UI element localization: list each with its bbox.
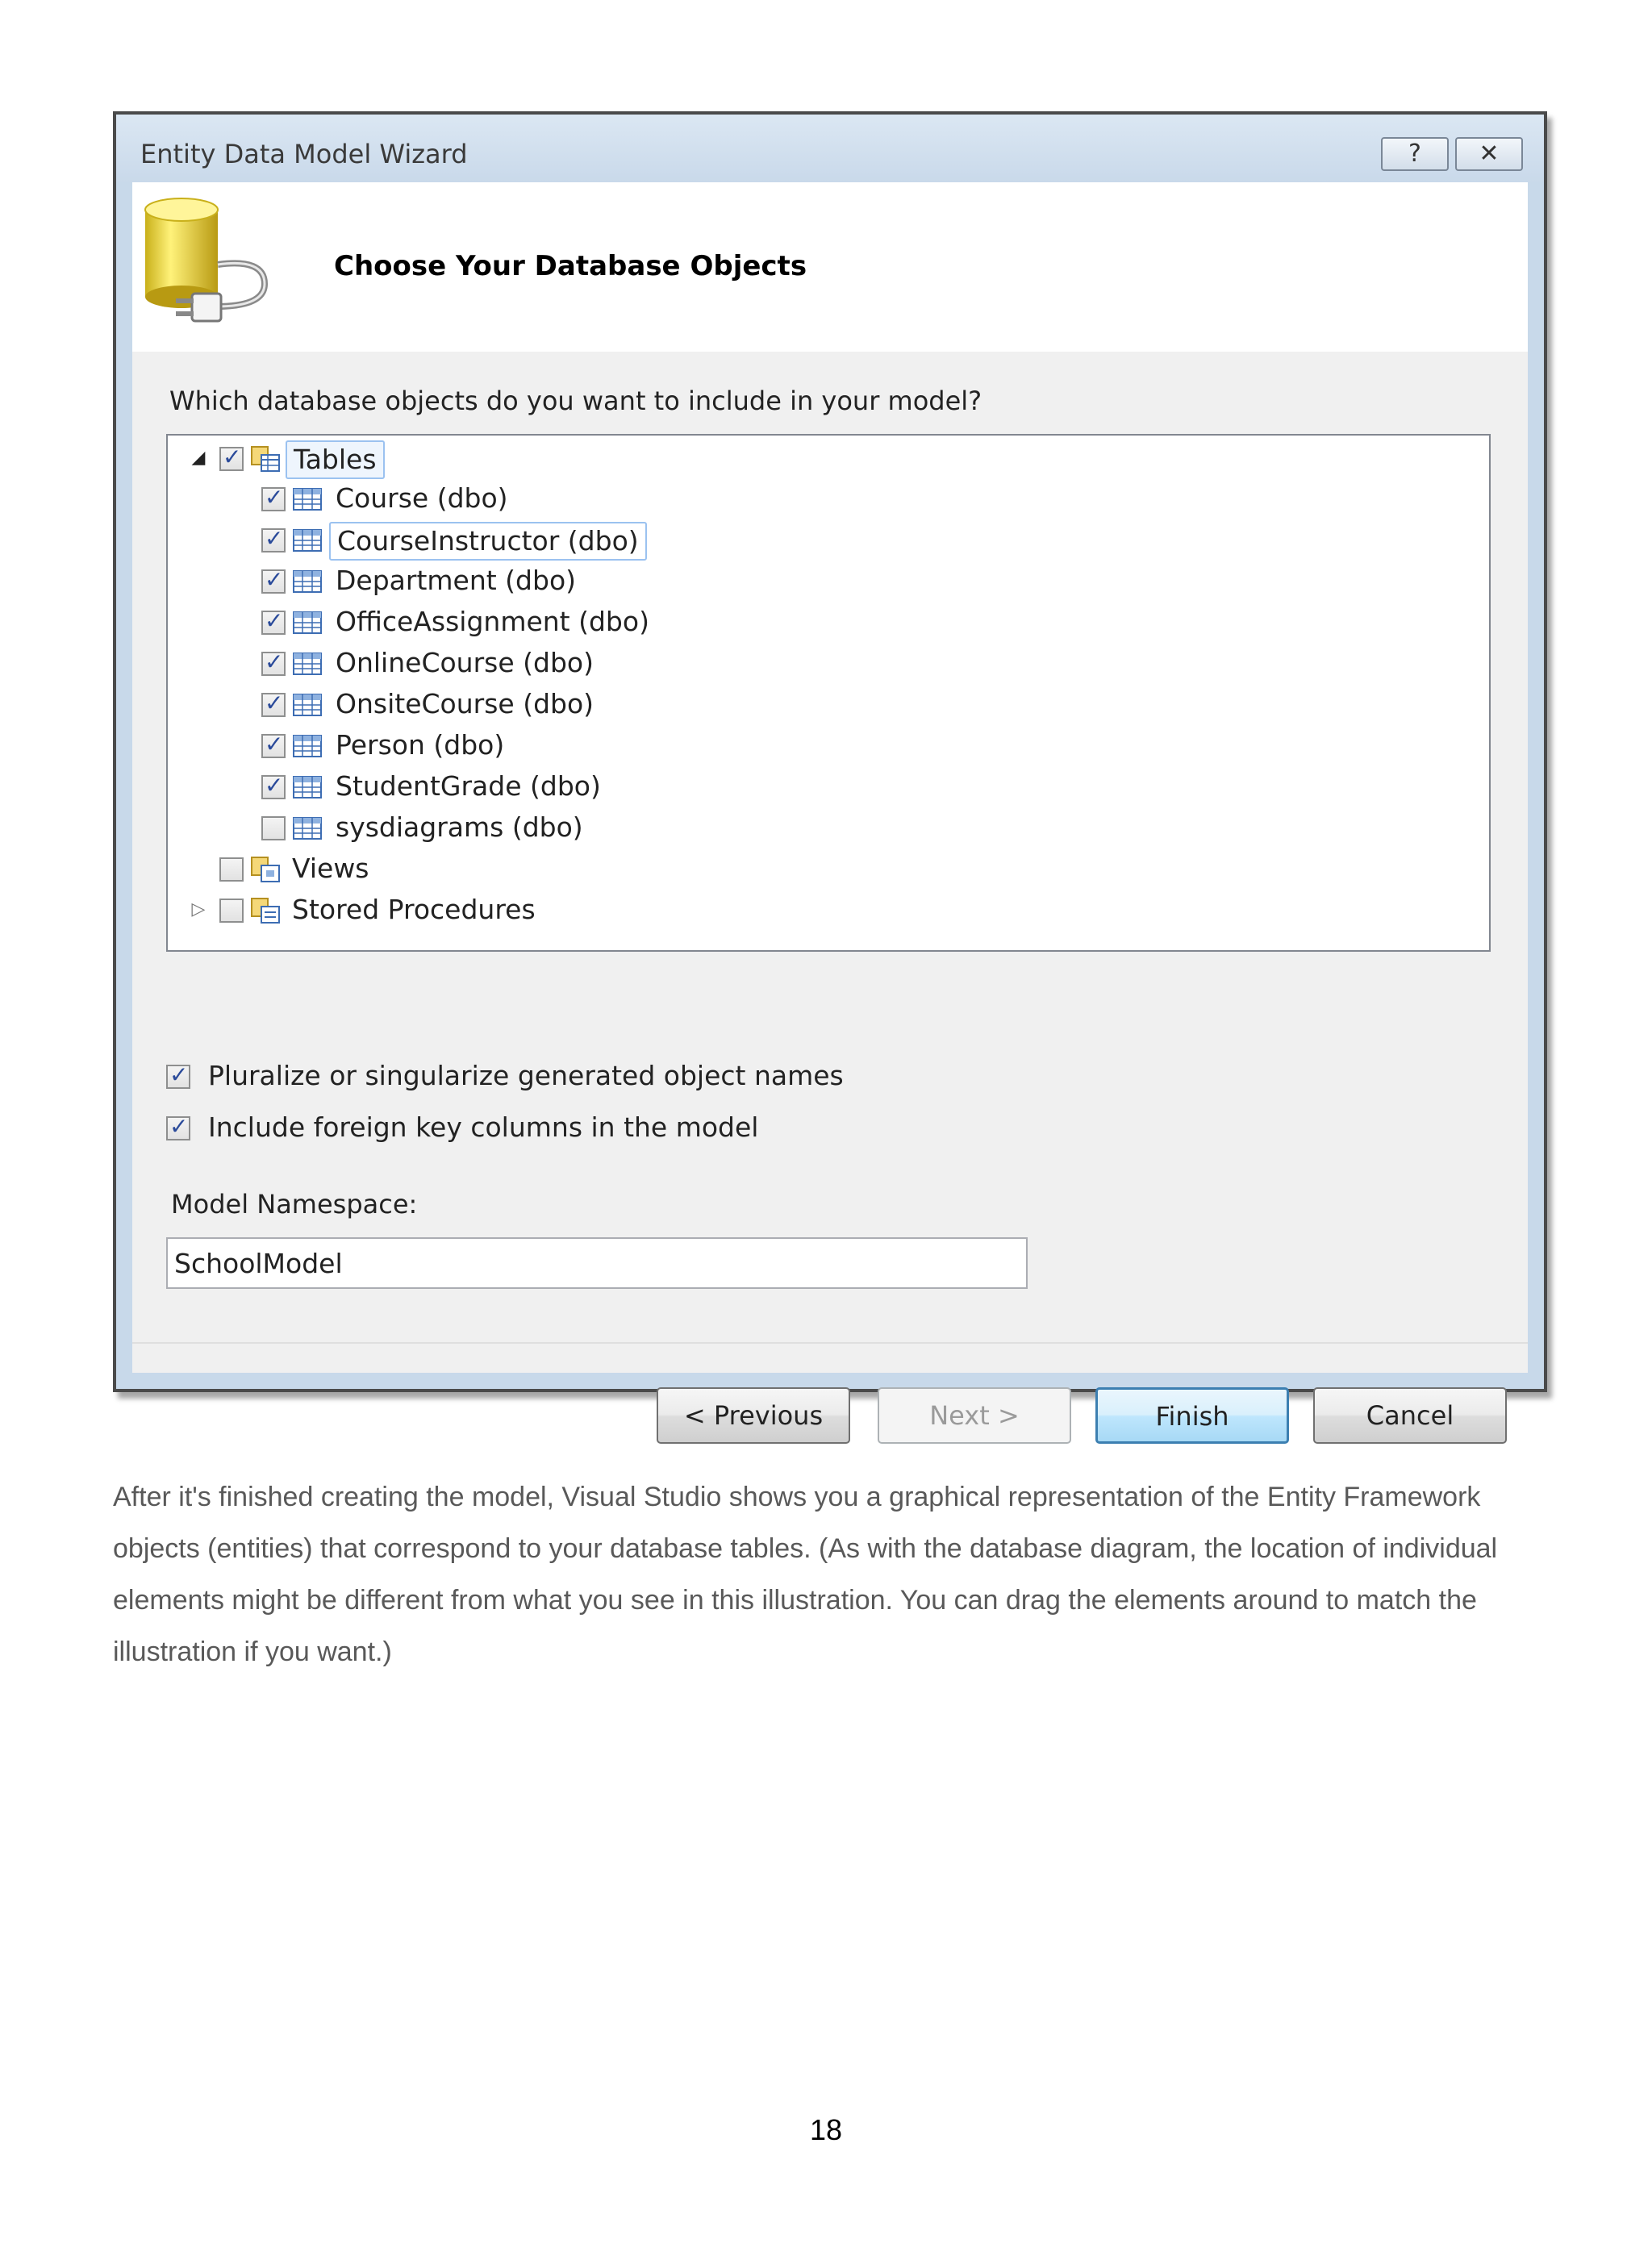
cancel-button[interactable]: Cancel — [1313, 1387, 1507, 1444]
table-checkbox[interactable] — [261, 769, 286, 802]
table-icon — [293, 817, 322, 840]
tables-checkbox[interactable] — [219, 441, 244, 473]
table-checkbox[interactable] — [261, 816, 286, 840]
table-checkbox[interactable] — [261, 646, 286, 678]
database-plug-icon — [144, 198, 269, 323]
stored-procedures-checkbox[interactable] — [219, 899, 244, 923]
table-checkbox[interactable] — [261, 605, 286, 637]
database-objects-tree[interactable]: ◢ Tables Course (dbo) — [166, 434, 1491, 952]
tree-node-label: Views — [292, 853, 369, 884]
objects-prompt: Which database objects do you want to in… — [169, 386, 982, 416]
tree-node-label: Tables — [286, 440, 385, 479]
stored-procedure-group-icon — [251, 898, 280, 924]
table-icon — [293, 570, 322, 593]
close-icon: ✕ — [1479, 140, 1500, 168]
model-namespace-input[interactable] — [166, 1237, 1028, 1289]
pluralize-checkbox[interactable] — [166, 1059, 190, 1091]
model-namespace-label: Model Namespace: — [171, 1189, 418, 1220]
table-icon — [293, 694, 322, 716]
wizard-header: Choose Your Database Objects — [132, 182, 1528, 352]
pluralize-label: Pluralize or singularize generated objec… — [208, 1060, 844, 1091]
previous-button[interactable]: < Previous — [657, 1387, 850, 1444]
table-icon — [293, 735, 322, 757]
table-checkbox[interactable] — [261, 564, 286, 596]
entity-data-model-wizard-dialog: Entity Data Model Wizard ? ✕ Choose Your… — [113, 111, 1547, 1444]
table-icon — [293, 653, 322, 675]
tree-node-label: Course (dbo) — [336, 482, 508, 514]
table-icon — [293, 776, 322, 799]
help-icon: ? — [1408, 140, 1421, 168]
tree-node-label: StudentGrade (dbo) — [336, 770, 601, 802]
table-icon — [293, 611, 322, 634]
collapse-arrow-icon[interactable]: ◢ — [187, 440, 210, 476]
foreign-keys-checkbox[interactable] — [166, 1111, 190, 1143]
finish-button[interactable]: Finish — [1095, 1387, 1289, 1444]
body-paragraph: After it's finished creating the model, … — [113, 1482, 1498, 1667]
table-checkbox[interactable] — [261, 482, 286, 514]
close-button[interactable]: ✕ — [1455, 137, 1523, 171]
table-checkbox[interactable] — [261, 687, 286, 719]
tree-node-label: sysdiagrams (dbo) — [336, 811, 583, 843]
table-group-icon — [251, 446, 280, 472]
dialog-body: Choose Your Database Objects Which datab… — [132, 182, 1528, 1444]
views-checkbox[interactable] — [219, 857, 244, 882]
page-number: 18 — [809, 2113, 843, 2146]
tree-node-label: OfficeAssignment (dbo) — [336, 606, 649, 637]
tree-node-label: Person (dbo) — [336, 729, 505, 761]
expand-arrow-icon[interactable]: ▷ — [187, 892, 210, 928]
next-button[interactable]: Next > — [878, 1387, 1071, 1444]
tree-node-label: Department (dbo) — [336, 565, 577, 596]
foreign-keys-label: Include foreign key columns in the model — [208, 1111, 759, 1143]
table-icon — [293, 529, 322, 552]
table-checkbox[interactable] — [261, 523, 286, 555]
tree-node-label: Stored Procedures — [292, 894, 536, 925]
tree-node-label: OnsiteCourse (dbo) — [336, 688, 594, 719]
tree-node-label: CourseInstructor (dbo) — [329, 522, 647, 561]
title-bar: Entity Data Model Wizard ? ✕ — [116, 115, 1544, 182]
view-group-icon — [251, 857, 280, 882]
table-checkbox[interactable] — [261, 728, 286, 761]
window-title: Entity Data Model Wizard — [140, 139, 468, 169]
table-icon — [293, 488, 322, 511]
footer-separator — [132, 1342, 1528, 1344]
help-button[interactable]: ? — [1381, 137, 1449, 171]
header-title: Choose Your Database Objects — [334, 250, 807, 282]
tree-node-label: OnlineCourse (dbo) — [336, 647, 594, 678]
